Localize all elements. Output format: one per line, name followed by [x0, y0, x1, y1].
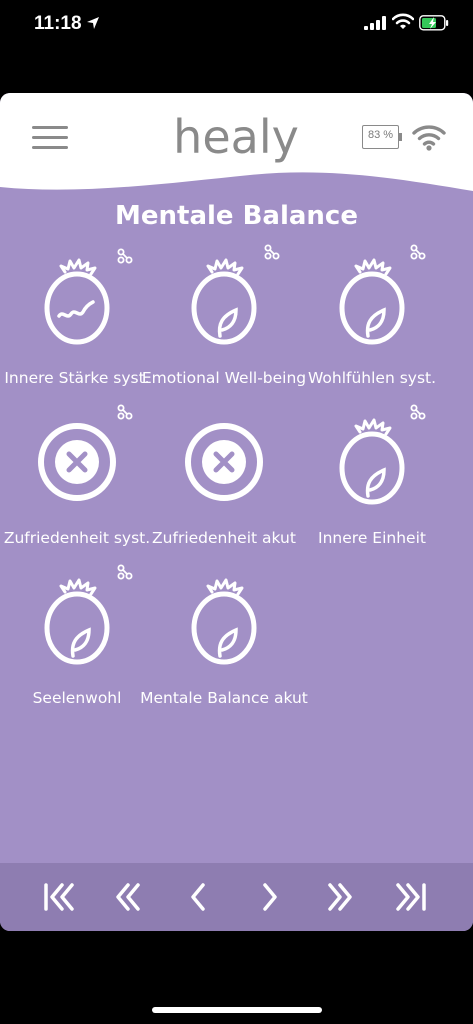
- program-label: Emotional Well-being: [141, 369, 307, 387]
- fast-forward-icon: [328, 883, 352, 911]
- battery-percent: 83 %: [367, 129, 394, 141]
- healy-logo: healy: [173, 111, 299, 164]
- blocked-x-icon: [35, 418, 119, 506]
- page-title: Mentale Balance: [115, 201, 358, 231]
- link-icon: [410, 244, 426, 260]
- program-label: Innere Einheit: [318, 529, 426, 547]
- next-button[interactable]: [250, 879, 290, 915]
- program-label: Wohlfühlen syst.: [307, 369, 437, 387]
- location-arrow-icon: [87, 17, 99, 29]
- head-leaf-icon: [182, 258, 266, 346]
- link-icon: [117, 248, 133, 264]
- last-page-button[interactable]: [392, 879, 432, 915]
- home-indicator[interactable]: [152, 1007, 322, 1013]
- battery-icon: 83 %: [362, 125, 402, 149]
- wifi-icon: [392, 13, 414, 29]
- menu-icon[interactable]: [32, 126, 68, 150]
- link-icon: [117, 564, 133, 580]
- svg-text:healy: healy: [173, 111, 299, 164]
- link-icon: [117, 404, 133, 420]
- program-label: Zufriedenheit akut: [152, 529, 296, 547]
- app-screen: healy 83 % Mentale Balance Innere Stärke…: [0, 93, 473, 931]
- head-leaf-icon: [330, 418, 414, 506]
- pagination-bar: [0, 863, 473, 931]
- first-page-button[interactable]: [38, 879, 78, 915]
- cellular-signal-icon: [364, 16, 386, 30]
- prev-icon: [191, 883, 205, 911]
- head-leaf-icon: [35, 578, 119, 666]
- program-tile[interactable]: Zufriedenheit akut: [149, 418, 299, 558]
- program-label: Mentale Balance akut: [140, 689, 308, 707]
- first-page-icon: [44, 883, 74, 911]
- head-squiggle-icon: [35, 258, 119, 346]
- head-leaf-icon: [182, 578, 266, 666]
- status-time: 11:18: [34, 13, 82, 34]
- program-tile[interactable]: Wohlfühlen syst.: [297, 258, 447, 398]
- blocked-x-icon: [182, 418, 266, 506]
- program-tile[interactable]: Seelenwohl: [2, 578, 152, 718]
- program-tile[interactable]: Emotional Well-being: [142, 258, 306, 398]
- program-tile[interactable]: Zufriedenheit syst.: [2, 418, 152, 558]
- status-bar: 11:18: [0, 0, 473, 50]
- last-page-icon: [396, 883, 426, 911]
- link-icon: [264, 244, 280, 260]
- program-label: Innere Stärke syst.: [4, 369, 150, 387]
- battery-charging-icon: [419, 15, 449, 31]
- fast-back-button[interactable]: [108, 879, 148, 915]
- head-leaf-icon: [330, 258, 414, 346]
- link-icon: [410, 404, 426, 420]
- program-tile[interactable]: Innere Stärke syst.: [2, 258, 152, 398]
- fast-back-icon: [116, 883, 140, 911]
- next-icon: [263, 883, 277, 911]
- program-label: Zufriedenheit syst.: [3, 529, 151, 547]
- fast-forward-button[interactable]: [320, 879, 360, 915]
- program-tile[interactable]: Mentale Balance akut: [140, 578, 308, 718]
- wifi-icon: [412, 125, 446, 151]
- program-label: Seelenwohl: [32, 689, 122, 707]
- program-tile[interactable]: Innere Einheit: [297, 418, 447, 558]
- prev-button[interactable]: [178, 879, 218, 915]
